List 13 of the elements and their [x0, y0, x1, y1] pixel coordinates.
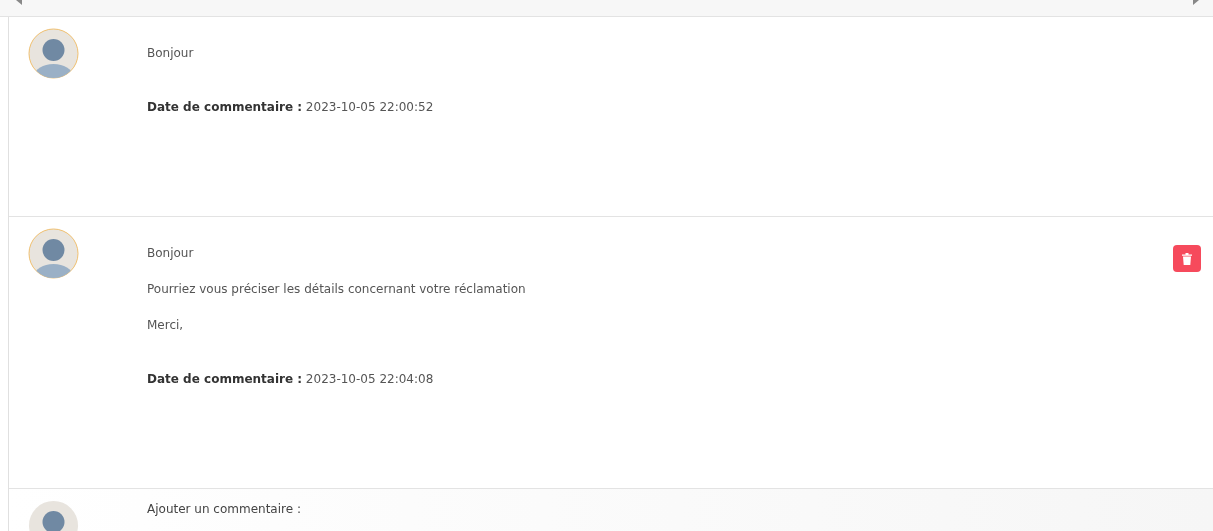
comment-date: Date de commentaire : 2023-10-05 22:00:52 — [147, 99, 435, 116]
comment-text: Merci, — [147, 317, 185, 334]
trash-icon — [1182, 252, 1192, 265]
avatar-icon — [28, 228, 79, 279]
scroll-right-icon[interactable] — [1193, 0, 1199, 5]
avatar-icon — [28, 28, 79, 79]
scroll-left-icon[interactable] — [16, 0, 22, 5]
comment-text: Bonjour — [147, 245, 195, 262]
add-comment-label: Ajouter un commentaire : — [147, 501, 301, 518]
delete-button[interactable] — [1173, 245, 1201, 272]
comment-text: Pourriez vous préciser les détails concernant votre réclamation — [147, 281, 527, 298]
comment-date: Date de commentaire : 2023-10-05 22:04:08 — [147, 371, 435, 388]
comment-text: Bonjour — [147, 45, 195, 62]
